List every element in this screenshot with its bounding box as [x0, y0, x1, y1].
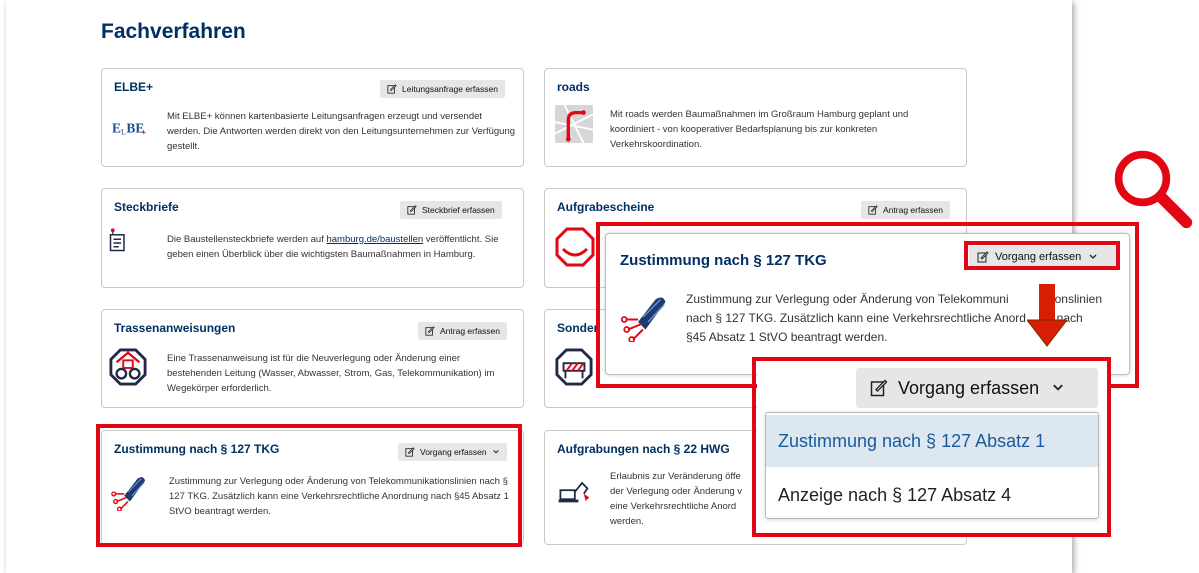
edit-icon	[387, 84, 397, 94]
card-description: Die Baustellensteckbriefe werden auf ham…	[167, 232, 517, 262]
menu-item-anzeige[interactable]: Anzeige nach § 127 Absatz 4	[766, 469, 1098, 521]
document-icon	[109, 228, 125, 252]
vorgang-erfassen-button[interactable]: Vorgang erfassen	[398, 443, 507, 461]
card-description: Zustimmung zur Verlegung oder Änderung v…	[169, 476, 509, 517]
baustellen-link[interactable]: hamburg.de/baustellen	[326, 234, 423, 245]
vorgang-erfassen-button[interactable]: Vorgang erfassen	[969, 246, 1117, 268]
edit-icon	[977, 251, 989, 263]
edit-icon	[405, 447, 415, 457]
magnifier-icon	[1114, 150, 1193, 229]
svg-text:+: +	[142, 128, 146, 137]
button-label: Vorgang erfassen	[995, 251, 1082, 263]
button-label: Antrag erfassen	[883, 205, 944, 215]
card-elbe: ELBE+ Leitungsanfrage erfassen E L BE + …	[101, 68, 524, 167]
zoom-title: Zustimmung nach § 127 TKG	[620, 252, 827, 269]
pipe-icon	[109, 348, 147, 386]
description-line: eine Verkehrsrechtliche Anord	[610, 501, 737, 512]
card-title: roads	[557, 80, 590, 94]
card-title: Trassenanweisungen	[114, 321, 236, 335]
button-label: Vorgang erfassen	[898, 377, 1040, 398]
fiber-cable-icon	[111, 477, 146, 511]
svg-text:E: E	[112, 121, 121, 136]
card-title: Sonder	[557, 321, 599, 335]
description-line: werden.	[610, 516, 644, 527]
card-description: Mit roads werden Baumaßnahmen im Großrau…	[610, 109, 909, 150]
road-barrier-icon	[555, 348, 593, 386]
excavator-icon	[558, 481, 590, 503]
card-steckbriefe: Steckbriefe Steckbrief erfassen Die Baus…	[101, 188, 524, 288]
svg-text:L: L	[121, 127, 126, 136]
roads-logo	[555, 105, 593, 143]
construction-sign-icon	[555, 227, 595, 267]
card-tkg: Zustimmung nach § 127 TKG Vorgang erfass…	[101, 430, 524, 545]
description-line: der Verlegung oder Änderung v	[610, 486, 743, 497]
vorgang-erfassen-button[interactable]: Vorgang erfassen	[856, 368, 1098, 408]
card-description: Mit ELBE+ können kartenbasierte Leitungs…	[167, 111, 516, 152]
description-text: nach § 127 TKG. Zusätzlich kann eine Ver…	[686, 311, 1026, 325]
steckbrief-button[interactable]: Steckbrief erfassen	[400, 201, 502, 219]
edit-icon	[868, 205, 878, 215]
chevron-down-icon	[492, 450, 499, 454]
antrag-button[interactable]: Antrag erfassen	[861, 201, 951, 219]
chevron-down-icon	[1089, 254, 1097, 259]
card-trassen: Trassenanweisungen Antrag erfassen Eine …	[101, 309, 524, 408]
card-title: Zustimmung nach § 127 TKG	[114, 442, 280, 456]
elbe-logo: E L BE +	[112, 121, 146, 138]
antrag-button[interactable]: Antrag erfassen	[418, 322, 508, 340]
description-line: Erlaubnis zur Veränderung öffe	[610, 471, 741, 482]
description-text: Die Baustellensteckbriefe werden auf	[167, 234, 327, 245]
description-text: Zustimmung zur Verlegung oder Änderung v…	[686, 292, 1009, 306]
chevron-down-icon	[1053, 384, 1063, 391]
edit-icon	[425, 326, 435, 336]
card-title: Aufgrabescheine	[557, 200, 655, 214]
arrow-down-icon	[1027, 284, 1067, 347]
edit-icon	[870, 379, 888, 397]
card-title: ELBE+	[114, 80, 154, 94]
card-description: Eine Trassenanweisung ist für die Neuver…	[167, 353, 495, 394]
card-description: Erlaubnis zur Veränderung öffe der Verle…	[610, 469, 750, 529]
dropdown-callout: Vorgang erfassen Zustimmung nach § 127 A…	[757, 362, 1107, 534]
card-title: Aufgrabungen nach § 22 HWG	[557, 442, 730, 456]
card-title: Steckbriefe	[114, 200, 179, 214]
button-label: Vorgang erfassen	[420, 447, 487, 457]
card-roads: roads Mit roads werden Baumaßnahmen im G…	[544, 68, 967, 167]
fiber-cable-icon	[620, 297, 666, 342]
button-label: Antrag erfassen	[440, 326, 501, 336]
dropdown-menu: Zustimmung nach § 127 Absatz 1 Anzeige n…	[765, 412, 1099, 519]
leitungsanfrage-button[interactable]: Leitungsanfrage erfassen	[380, 80, 505, 98]
button-label: Leitungsanfrage erfassen	[402, 84, 498, 94]
edit-icon	[407, 205, 417, 215]
menu-item-zustimmung[interactable]: Zustimmung nach § 127 Absatz 1	[766, 415, 1098, 467]
button-label: Steckbrief erfassen	[422, 205, 495, 215]
page-title: Fachverfahren	[101, 20, 246, 43]
